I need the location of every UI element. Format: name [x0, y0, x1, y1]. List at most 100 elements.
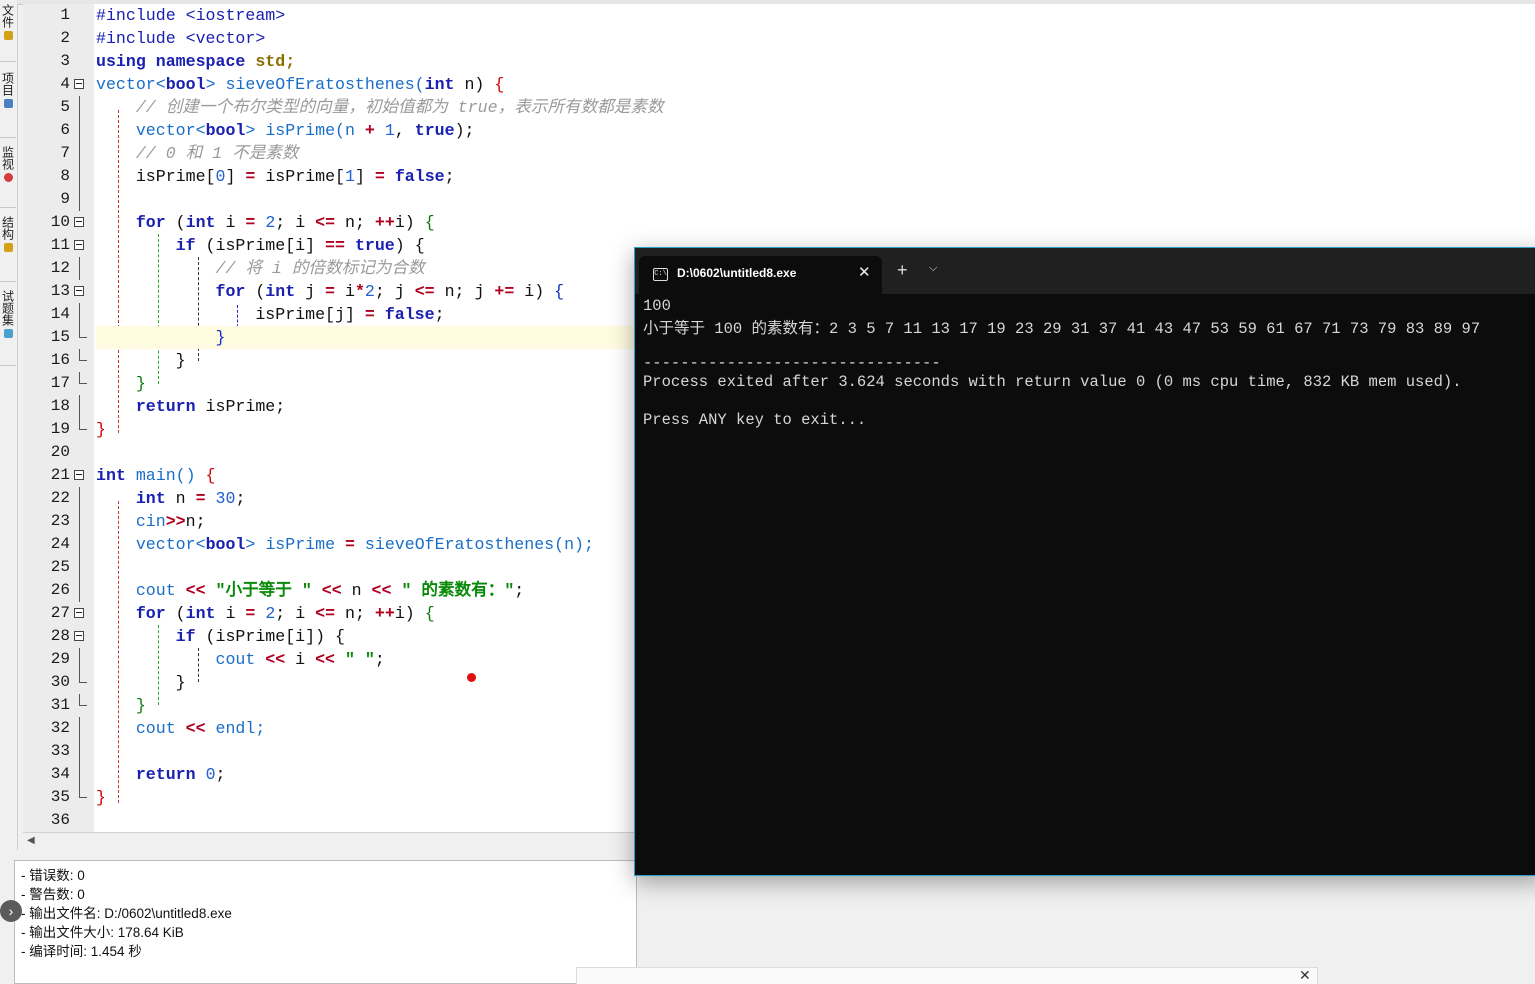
console-tab-title: D:\0602\untitled8.exe	[677, 266, 797, 280]
token: }	[215, 328, 226, 347]
fold-end	[79, 418, 87, 430]
code-text: // 将 i 的倍数标记为合数	[96, 257, 656, 280]
line-number: 30	[50, 673, 70, 691]
close-icon[interactable]: ✕	[1299, 967, 1311, 984]
code-text: #include <iostream>	[96, 4, 656, 27]
code-line[interactable]: 9	[23, 188, 1535, 211]
line-number: 17	[50, 374, 70, 392]
token: =	[325, 282, 336, 301]
fold-toggle-icon[interactable]	[74, 217, 84, 227]
line-number: 6	[60, 121, 70, 139]
token: for	[135, 604, 166, 623]
token: n;	[335, 604, 375, 623]
token: i	[335, 282, 355, 301]
line-number: 22	[50, 489, 70, 507]
console-window[interactable]: C:\ D:\0602\untitled8.exe ✕ + ⌵ 100 小于等于…	[634, 247, 1535, 876]
token: <<	[315, 650, 336, 669]
token: int	[185, 213, 216, 232]
code-line[interactable]: 4 vector<bool> sieveOfEratosthenes(int n…	[23, 73, 1535, 96]
line-number: 25	[50, 558, 70, 576]
code-line[interactable]: 7 // 0 和 1 不是素数	[23, 142, 1535, 165]
token: 1	[345, 167, 355, 186]
token: int	[185, 604, 216, 623]
fold-line	[79, 257, 80, 280]
code-line[interactable]: 8 isPrime[0] = isPrime[1] = false;	[23, 165, 1535, 188]
side-tab-files[interactable]: 文件	[0, 0, 16, 62]
token: i	[285, 650, 316, 669]
side-tab-project[interactable]: 项目	[0, 68, 16, 138]
chevron-down-icon[interactable]: ⌵	[929, 262, 937, 275]
token: <<	[185, 719, 206, 738]
token: ; j	[374, 282, 415, 301]
line-number: 20	[50, 443, 70, 461]
scroll-left-arrow-icon[interactable]: ◀	[27, 835, 35, 846]
token: <<	[371, 581, 392, 600]
line-number: 2	[60, 29, 70, 47]
fold-toggle-icon[interactable]	[74, 608, 84, 618]
token: vector<	[135, 121, 206, 140]
code-text: isPrime[j] = false;	[96, 303, 656, 326]
line-number: 1	[60, 6, 70, 24]
line-number: 29	[50, 650, 70, 668]
editor-horizontal-scrollbar[interactable]: ◀	[23, 832, 635, 849]
fold-toggle-icon[interactable]	[74, 286, 84, 296]
side-tab-label: 项目	[0, 72, 15, 96]
code-text: for (int i = 2; i <= n; ++i) {	[96, 211, 656, 234]
fold-toggle-icon[interactable]	[74, 631, 84, 641]
fold-line	[79, 119, 80, 142]
token: false	[394, 167, 445, 186]
token: int	[135, 489, 166, 508]
fold-line	[79, 395, 80, 418]
token: if	[175, 236, 196, 255]
fold-toggle-icon[interactable]	[74, 240, 84, 250]
token: for	[215, 282, 246, 301]
line-number: 3	[60, 52, 70, 70]
breakpoint-marker-icon[interactable]	[467, 673, 476, 682]
line-number: 26	[50, 581, 70, 599]
fold-toggle-icon[interactable]	[74, 470, 84, 480]
token: isPrime[j]	[255, 305, 365, 324]
collapse-panel-chevron-icon[interactable]: ›	[0, 900, 22, 922]
side-tab-structure[interactable]: 结构	[0, 212, 16, 282]
fold-line	[79, 487, 80, 510]
fold-line	[79, 740, 80, 763]
console-tab[interactable]: C:\ D:\0602\untitled8.exe ✕	[639, 256, 882, 294]
token: ++	[374, 213, 395, 232]
token: #include <iostream>	[96, 6, 286, 25]
token: {	[424, 213, 435, 232]
token: <<	[321, 581, 342, 600]
side-tab-watch[interactable]: 监视	[0, 142, 16, 208]
code-text: vector<bool> sieveOfEratosthenes(int n) …	[96, 73, 656, 96]
line-number: 32	[50, 719, 70, 737]
close-tab-icon[interactable]: ✕	[858, 263, 871, 281]
code-text: if (isPrime[i] == true) {	[96, 234, 656, 257]
side-tab-problem-set[interactable]: 试题集	[0, 286, 16, 366]
fold-toggle-icon[interactable]	[74, 79, 84, 89]
code-line[interactable]: 5 // 创建一个布尔类型的向量，初始值都为 true，表示所有数都是素数	[23, 96, 1535, 119]
fold-line	[79, 165, 80, 188]
code-text: return isPrime;	[96, 395, 656, 418]
token: {	[554, 282, 565, 301]
fold-line	[79, 763, 80, 786]
log-line-errors: - 错误数: 0	[21, 868, 85, 883]
token: if	[175, 627, 196, 646]
token: // 0 和 1 不是素数	[135, 144, 299, 163]
code-line[interactable]: 3 using namespace std;	[23, 50, 1535, 73]
compile-log[interactable]: - 错误数: 0 - 警告数: 0 - 输出文件名: D:/0602\untit…	[14, 860, 637, 984]
token: ) {	[394, 236, 425, 255]
line-number: 11	[50, 236, 70, 254]
token: =	[374, 167, 385, 186]
code-line[interactable]: 10 for (int i = 2; i <= n; ++i) {	[23, 211, 1535, 234]
token: main()	[125, 466, 206, 485]
code-line[interactable]: 6 vector<bool> isPrime(n + 1, true);	[23, 119, 1535, 142]
token: return	[135, 765, 196, 784]
token: bool	[205, 535, 246, 554]
code-text: }	[96, 694, 656, 717]
token: (	[165, 604, 186, 623]
code-text: int main() {	[96, 464, 656, 487]
code-line[interactable]: 1 #include <iostream>	[23, 4, 1535, 27]
new-tab-button[interactable]: +	[897, 260, 908, 281]
code-line[interactable]: 2 #include <vector>	[23, 27, 1535, 50]
